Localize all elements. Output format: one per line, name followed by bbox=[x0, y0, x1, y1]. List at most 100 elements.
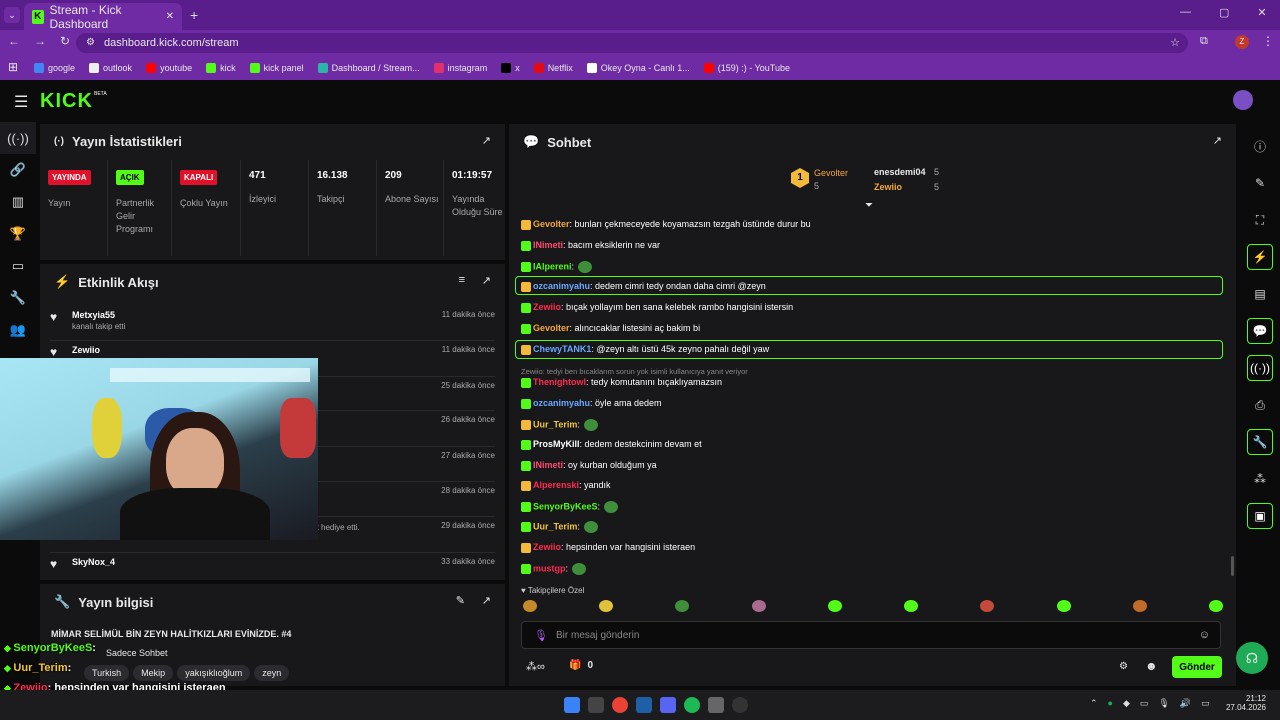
expand-icon[interactable]: ↗ bbox=[482, 134, 491, 147]
chat-message[interactable]: ChewyTANK1: @zeyn altı üstü 45k zeyno pa… bbox=[521, 344, 769, 355]
address-bar[interactable]: ⚙ dashboard.kick.com/stream ☆ bbox=[76, 33, 1188, 53]
video-icon[interactable]: ▭ bbox=[0, 250, 36, 282]
emote-icon[interactable] bbox=[523, 600, 537, 612]
emote-icon[interactable] bbox=[980, 600, 995, 612]
chat-message[interactable]: mustgp: bbox=[521, 563, 587, 575]
bookmark-item[interactable]: kick panel bbox=[249, 63, 304, 73]
emoji-icon[interactable]: ☺ bbox=[1199, 629, 1210, 641]
chat-username[interactable]: IAlpereni bbox=[533, 261, 572, 271]
analytics-icon[interactable]: ▥ bbox=[0, 186, 36, 218]
edit-icon[interactable]: ✎ bbox=[456, 594, 465, 607]
emote-icon[interactable] bbox=[599, 600, 614, 612]
filter-icon[interactable]: ≡ bbox=[459, 274, 465, 286]
forward-icon[interactable]: → bbox=[34, 34, 46, 48]
chat-message[interactable]: INimeti: oy kurban olduğum ya bbox=[521, 460, 657, 471]
trophy-icon[interactable]: 🏆 bbox=[0, 218, 36, 250]
browser-tab[interactable]: K Stream - Kick Dashboard ✕ bbox=[24, 3, 182, 31]
chrome-icon[interactable] bbox=[612, 697, 628, 713]
chat-username[interactable]: ozcanimyahu bbox=[533, 281, 590, 291]
extensions-icon[interactable]: ⧉ bbox=[1200, 35, 1208, 48]
expand-icon[interactable]: ↗ bbox=[1213, 134, 1222, 147]
file-explorer-icon[interactable] bbox=[588, 697, 604, 713]
bookmark-item[interactable]: x bbox=[501, 63, 520, 73]
broadcast-icon[interactable]: ((·)) bbox=[1247, 355, 1273, 381]
bookmark-star-icon[interactable]: ☆ bbox=[1170, 36, 1180, 49]
emote-icon[interactable] bbox=[827, 600, 842, 612]
chat-username[interactable]: Gevolter bbox=[533, 219, 570, 229]
wrench-icon[interactable]: 🔧 bbox=[0, 282, 36, 314]
info-icon[interactable]: ⓘ bbox=[1247, 133, 1273, 159]
users-icon[interactable]: 👥 bbox=[0, 314, 36, 346]
chat-message[interactable]: Zewiio: bıçak yollayım ben sana kelebek … bbox=[521, 302, 793, 313]
site-info-icon[interactable]: ⚙ bbox=[86, 37, 95, 48]
chat-icon[interactable]: 💬 bbox=[1247, 318, 1273, 344]
chat-message[interactable]: Uur_Terim: bbox=[521, 419, 598, 431]
chat-message[interactable]: ProsMyKill: dedem destekcinim devam et bbox=[521, 439, 702, 450]
clock[interactable]: 21:12 27.04.2026 bbox=[1224, 694, 1266, 712]
chat-username[interactable]: Alperenski bbox=[533, 480, 579, 490]
chat-message[interactable]: Alperenski: yandık bbox=[521, 480, 611, 491]
chat-message[interactable]: IAlpereni: bbox=[521, 261, 593, 273]
chat-username[interactable]: ProsMyKill bbox=[533, 439, 580, 449]
chat-message[interactable]: ozcanimyahu: öyle ama dedem bbox=[521, 398, 662, 409]
close-window-icon[interactable]: ✕ bbox=[1257, 6, 1266, 19]
community-icon[interactable]: ⁂∞ bbox=[526, 660, 545, 673]
chat-username[interactable]: Zewiio bbox=[533, 542, 561, 552]
minimize-icon[interactable]: — bbox=[1180, 6, 1191, 19]
screenshot-icon[interactable]: ⛶ bbox=[1247, 207, 1273, 233]
bookmark-item[interactable]: youtube bbox=[146, 63, 192, 73]
tools-icon[interactable]: 🔧 bbox=[1247, 429, 1273, 455]
chat-username[interactable]: INimeti bbox=[533, 240, 563, 250]
maximize-icon[interactable]: ▢ bbox=[1219, 6, 1229, 19]
emote-icon[interactable] bbox=[1132, 600, 1147, 612]
filter-down-icon[interactable]: ⏷ bbox=[865, 200, 873, 211]
chat-username[interactable]: ChewyTANK1 bbox=[533, 344, 591, 354]
microphone-icon[interactable]: 🎙 bbox=[534, 629, 548, 642]
discord-icon[interactable] bbox=[660, 697, 676, 713]
tag[interactable]: zeyn bbox=[254, 665, 290, 681]
expand-icon[interactable]: ↗ bbox=[482, 274, 491, 287]
bookmark-item[interactable]: instagram bbox=[433, 63, 487, 73]
emote-icon[interactable] bbox=[675, 600, 690, 612]
stream-icon[interactable]: ((·)) bbox=[0, 122, 36, 154]
bookmark-item[interactable]: Netflix bbox=[533, 63, 573, 73]
app-icon[interactable] bbox=[732, 697, 748, 713]
hamburger-menu-icon[interactable]: ☰ bbox=[14, 92, 28, 112]
chat-message[interactable]: Uur_Terim: bbox=[521, 521, 598, 533]
chat-scrollbar[interactable] bbox=[1231, 556, 1234, 576]
chat-username[interactable]: mustgp bbox=[533, 563, 566, 573]
tab-list-button[interactable]: ⌄ bbox=[4, 7, 20, 23]
tag[interactable]: yakışıklıoğlum bbox=[177, 665, 251, 681]
system-tray[interactable]: ⌃ ● ◆ ▭ 🎙 🔊 ▭ bbox=[1090, 698, 1210, 709]
emote-picker-icon[interactable]: ☻ bbox=[1145, 659, 1158, 673]
chat-username[interactable]: Thenightowl bbox=[533, 377, 586, 387]
chat-username[interactable]: INimeti bbox=[533, 460, 563, 470]
bookmark-item[interactable]: Okey Oyna - Canlı 1... bbox=[586, 63, 690, 73]
emote-icon[interactable] bbox=[1208, 600, 1223, 612]
chat-username[interactable]: Zewiio bbox=[533, 302, 561, 312]
chat-message[interactable]: INimeti: bacım eksiklerin ne var bbox=[521, 240, 660, 251]
bookmark-item[interactable]: (159) :) - YouTube bbox=[703, 63, 790, 73]
reload-icon[interactable]: ↻ bbox=[60, 34, 70, 48]
apps-grid-icon[interactable]: ⊞ bbox=[8, 60, 18, 74]
kick-logo[interactable]: KICK bbox=[40, 90, 93, 113]
chat-message[interactable]: ozcanimyahu: dedem cimri tedy ondan daha… bbox=[521, 281, 766, 292]
settings-gear-icon[interactable]: ⚙ bbox=[1119, 661, 1128, 672]
send-button[interactable]: Gönder bbox=[1172, 656, 1222, 678]
expand-icon[interactable]: ↗ bbox=[482, 594, 491, 607]
print-icon[interactable]: ⎙ bbox=[1247, 392, 1273, 418]
bookmark-item[interactable]: kick bbox=[206, 63, 236, 73]
tag[interactable]: Mekip bbox=[133, 665, 174, 681]
link-icon[interactable]: 🔗 bbox=[0, 154, 36, 186]
chat-username[interactable]: ozcanimyahu bbox=[533, 398, 590, 408]
bookmark-item[interactable]: Dashboard / Stream... bbox=[317, 63, 420, 73]
emote-icon[interactable] bbox=[751, 600, 766, 612]
app-icon[interactable]: ▣ bbox=[1247, 503, 1273, 529]
support-headset-icon[interactable]: ☊ bbox=[1236, 642, 1268, 674]
document-icon[interactable]: ▤ bbox=[1247, 281, 1273, 307]
share-icon[interactable]: ⁂ bbox=[1247, 466, 1273, 492]
bookmark-item[interactable]: outlook bbox=[89, 63, 132, 73]
pencil-icon[interactable]: ✎ bbox=[1247, 170, 1273, 196]
bookmark-item[interactable]: google bbox=[34, 63, 75, 73]
tag[interactable]: Turkish bbox=[84, 665, 130, 681]
